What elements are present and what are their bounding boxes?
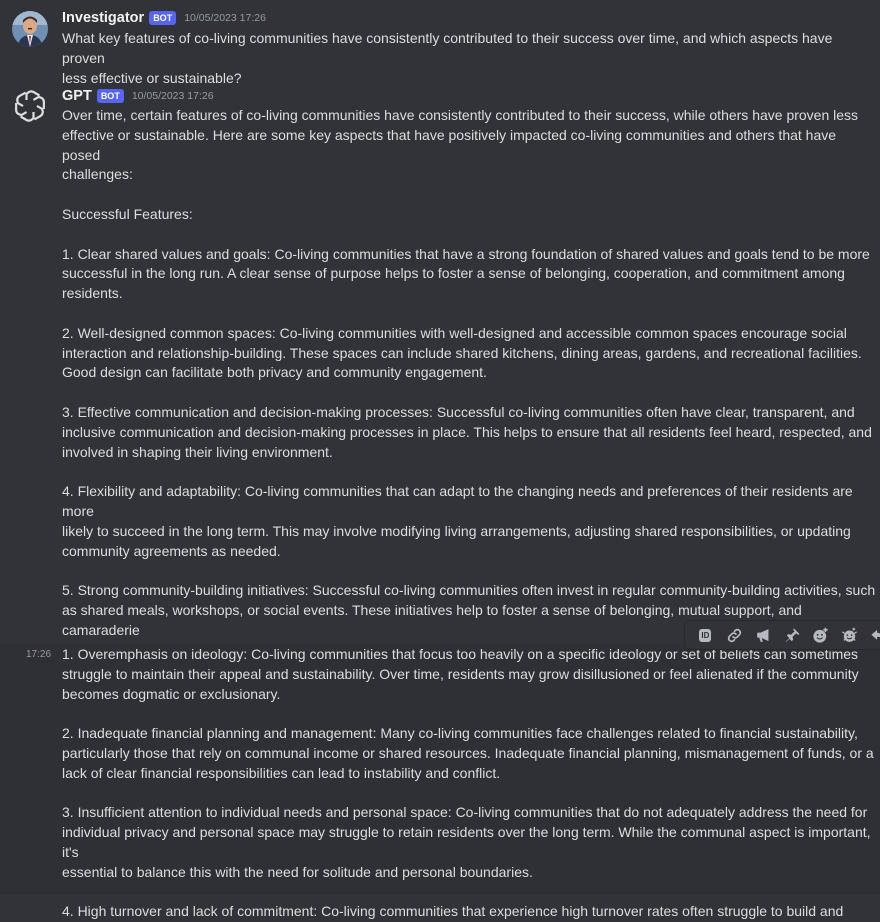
bot-badge: BOT bbox=[96, 89, 124, 103]
author-name[interactable]: GPT bbox=[62, 88, 92, 104]
openai-logo-icon bbox=[15, 90, 45, 122]
message-actions-toolbar: ID bbox=[684, 620, 880, 650]
reply-button[interactable] bbox=[864, 621, 880, 649]
copy-id-button[interactable]: ID bbox=[691, 621, 720, 649]
message-content: 1. Overemphasis on ideology: Co-living c… bbox=[62, 646, 874, 920]
message-content: What key features of co-living communiti… bbox=[62, 30, 833, 86]
super-reaction-icon bbox=[842, 627, 858, 642]
pin-message-button[interactable] bbox=[778, 621, 807, 649]
message-content: Over time, certain features of co-living… bbox=[62, 107, 876, 697]
gpt-avatar[interactable] bbox=[12, 88, 48, 124]
investigator-avatar[interactable] bbox=[12, 11, 48, 47]
message-timestamp: 10/05/2023 17:26 bbox=[131, 90, 214, 102]
id-icon: ID bbox=[699, 628, 712, 642]
reply-icon bbox=[871, 629, 880, 640]
add-reaction-button[interactable] bbox=[806, 621, 835, 649]
hover-timestamp: 17:26 bbox=[26, 649, 52, 660]
message-timestamp: 10/05/2023 17:26 bbox=[184, 12, 266, 24]
author-name[interactable]: Investigator bbox=[62, 10, 144, 26]
super-reaction-button[interactable] bbox=[835, 621, 864, 649]
bot-badge: BOT bbox=[149, 11, 177, 25]
add-reaction-icon bbox=[813, 627, 828, 643]
link-icon bbox=[727, 628, 741, 642]
copy-link-button[interactable] bbox=[720, 621, 749, 649]
megaphone-icon bbox=[756, 628, 769, 642]
publish-button[interactable] bbox=[749, 621, 778, 649]
pin-icon bbox=[785, 627, 800, 642]
